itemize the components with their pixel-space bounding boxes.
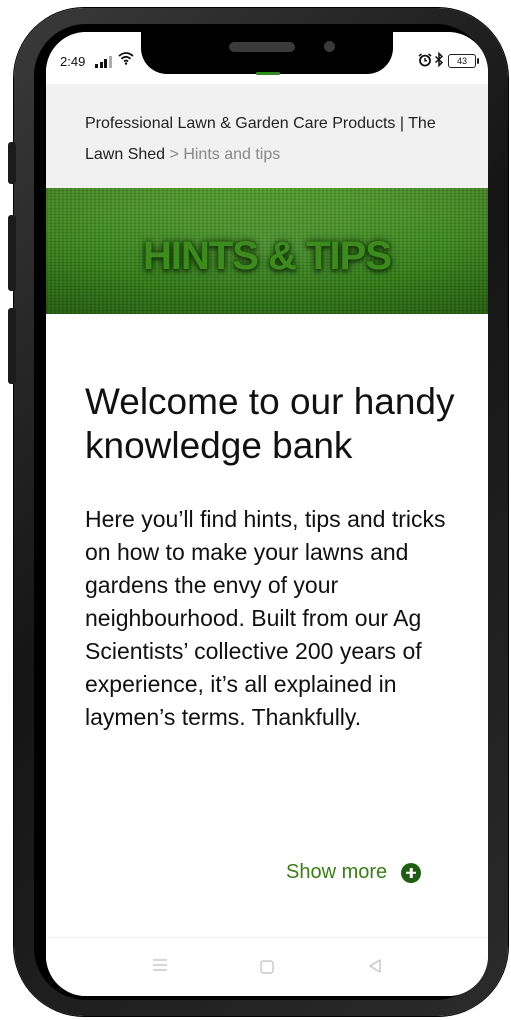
home-icon[interactable] (260, 960, 274, 974)
side-button-volume-down (8, 308, 16, 384)
intro-text: Here you’ll find hints, tips and tricks … (85, 506, 446, 730)
show-more-label: Show more (286, 861, 388, 883)
bluetooth-icon (434, 52, 444, 67)
signal-icon (95, 56, 112, 68)
breadcrumb-current: Hints and tips (183, 146, 281, 163)
breadcrumb: Professional Lawn & Garden Care Products… (46, 84, 488, 188)
menu-icon[interactable] (152, 958, 168, 972)
page-title: Welcome to our handy knowledge bank (85, 381, 455, 466)
banner-title: HINTS & TIPS (142, 234, 392, 278)
front-camera (324, 41, 335, 52)
breadcrumb-separator: > (169, 146, 184, 163)
back-icon[interactable] (368, 958, 382, 974)
page-indicator (256, 72, 280, 75)
status-time: 2:49 (60, 54, 86, 69)
main-content: Welcome to our handy knowledge bank Here… (85, 314, 457, 734)
battery-icon: 43 (448, 54, 479, 68)
alarm-icon (418, 53, 432, 67)
phone-screen: 2:49 43 Professional Lawn & Garden Care … (46, 32, 488, 996)
plus-circle-icon (401, 862, 422, 883)
hero-banner: HINTS & TIPS (46, 188, 488, 314)
side-button-mute (8, 142, 16, 184)
wifi-icon (118, 52, 134, 65)
camera-notch (141, 32, 393, 74)
side-button-volume-up (8, 215, 16, 291)
system-nav-bar (46, 937, 488, 996)
speaker-grille (229, 42, 295, 52)
show-more-button[interactable]: Show more (286, 861, 422, 884)
